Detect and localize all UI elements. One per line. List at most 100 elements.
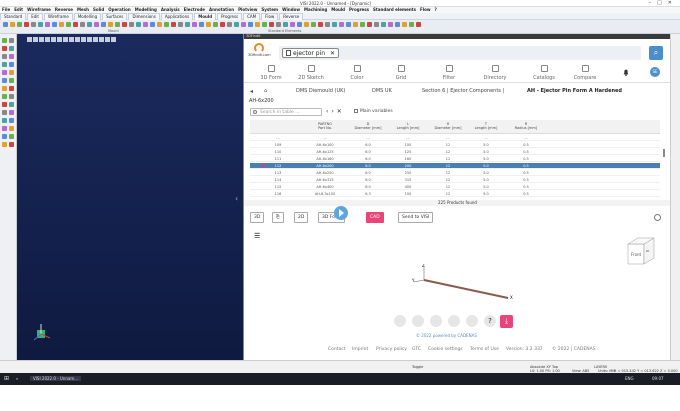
ribbon-tool-icon[interactable] [3, 22, 8, 27]
collapse-panel-icon[interactable]: ‹ [235, 194, 238, 203]
breadcrumb-item[interactable]: Section 6 | Ejector Components | [422, 88, 504, 94]
ribbon-tool-icon[interactable] [290, 22, 295, 27]
column-header[interactable]: R Radius [mm] [508, 122, 544, 130]
left-tool-icon[interactable] [9, 86, 14, 91]
left-tool-icon[interactable] [2, 110, 7, 115]
ribbon-tool-icon[interactable] [94, 22, 99, 27]
cube-icon[interactable] [430, 315, 442, 327]
ribbon-tool-icon[interactable] [45, 22, 50, 27]
footer-link[interactable]: Cookie settings [428, 347, 463, 352]
view-icon[interactable] [51, 37, 56, 42]
view-icon[interactable] [105, 37, 110, 42]
left-tool-icon[interactable] [9, 126, 14, 131]
view-icon[interactable] [75, 37, 80, 42]
table-scrollbar[interactable] [663, 149, 665, 157]
bell-icon[interactable] [622, 68, 630, 76]
send-to-visi-button[interactable]: Send to VISI [398, 212, 434, 223]
ribbon-tool-icon[interactable] [108, 22, 113, 27]
left-tool-icon[interactable] [2, 78, 7, 83]
ribbon-tool-icon[interactable] [304, 22, 309, 27]
search-chip[interactable]: ejector pin ✕ [282, 48, 339, 58]
nav-compare[interactable]: Compare [570, 65, 600, 81]
ribbon-tool-icon[interactable] [213, 22, 218, 27]
ribbon-tool-icon[interactable] [297, 22, 302, 27]
ribbon-tool-icon[interactable] [38, 22, 43, 27]
view-2d-button[interactable]: 2D [294, 212, 309, 223]
ribbon-tool-icon[interactable] [17, 22, 22, 27]
search-box[interactable]: ejector pin ✕ [279, 46, 641, 60]
column-header[interactable]: H Diameter [mm] [430, 122, 466, 130]
left-tool-icon[interactable] [9, 110, 14, 115]
ribbon-tool-icon[interactable] [66, 22, 71, 27]
table-row[interactable]: 115 AH-6x400 6.0 400 12 5.0 0.5 [250, 184, 660, 190]
ribbon-tool-icon[interactable] [80, 22, 85, 27]
left-tool-icon[interactable] [9, 46, 14, 51]
ar-icon[interactable] [448, 315, 460, 327]
table-row[interactable]: 110 AH-6x125 6.0 125 12 5.0 0.5 [250, 149, 660, 155]
left-tool-icon[interactable] [2, 54, 7, 59]
nav-3d-form[interactable]: 3D Form [256, 65, 286, 81]
3d-viewport[interactable]: ‹ [17, 34, 243, 360]
table-row[interactable]: 116 AH-6.3x100 6.3 100 12 5.0 0.5 [250, 191, 660, 197]
ribbon-tool-icon[interactable] [318, 22, 323, 27]
left-tool-icon[interactable] [9, 78, 14, 83]
close-icon[interactable]: ✕ [330, 50, 335, 57]
breadcrumb-item[interactable]: DMS Diemould (UK) [296, 88, 345, 94]
footer-link[interactable]: Terms of Use [470, 347, 499, 352]
ribbon-tool-icon[interactable] [164, 22, 169, 27]
view-cube[interactable]: Front Rt [624, 234, 658, 268]
ribbon-tool-icon[interactable] [241, 22, 246, 27]
left-tool-icon[interactable] [9, 102, 14, 107]
ribbon-tool-icon[interactable] [234, 22, 239, 27]
footer-link[interactable]: GTC [412, 347, 421, 352]
search-icon[interactable]: ⌕ [16, 376, 18, 381]
table-row[interactable]: 113 AH-6x250 6.0 250 12 5.0 0.5 [250, 170, 660, 176]
left-tool-icon[interactable] [9, 54, 14, 59]
ribbon-tool-icon[interactable] [276, 22, 281, 27]
ribbon-tool-icon[interactable] [311, 22, 316, 27]
status-toggle[interactable]: Toggle [412, 365, 423, 369]
ribbon-tool-icon[interactable] [346, 22, 351, 27]
nav-directory[interactable]: Directory [480, 65, 510, 81]
left-tool-icon[interactable] [9, 94, 14, 99]
ribbon-tool-icon[interactable] [31, 22, 36, 27]
ribbon-tool-icon[interactable] [402, 22, 407, 27]
ribbon-tool-icon[interactable] [332, 22, 337, 27]
view-icon[interactable] [69, 37, 74, 42]
left-tool-icon[interactable] [2, 86, 7, 91]
avatar[interactable]: SE [650, 67, 660, 77]
column-header[interactable]: PARTNO Part No. [305, 122, 345, 130]
ribbon-tool-icon[interactable] [199, 22, 204, 27]
ribbon-tool-icon[interactable] [87, 22, 92, 27]
ribbon-tool-icon[interactable] [269, 22, 274, 27]
ribbon-tool-icon[interactable] [171, 22, 176, 27]
download-icon[interactable]: ⤓ [500, 315, 513, 328]
powered-by-link[interactable]: © 2022 powered by CADENAS [416, 333, 477, 338]
footer-link[interactable]: Contact [328, 347, 346, 352]
ribbon-tool-icon[interactable] [339, 22, 344, 27]
checkbox-icon[interactable] [354, 109, 358, 113]
table-row[interactable]: 109 AH-6x100 6.0 100 12 5.0 0.5 [250, 142, 660, 148]
column-header[interactable]: T Length [mm] [468, 122, 504, 130]
ribbon-tool-icon[interactable] [353, 22, 358, 27]
window-controls[interactable]: –□✕ [649, 0, 678, 6]
column-header[interactable]: L Length [mm] [390, 122, 426, 130]
ribbon-tool-icon[interactable] [101, 22, 106, 27]
table-row[interactable]: 111 AH-6x160 6.0 160 12 5.0 0.5 [250, 156, 660, 162]
view-icon[interactable] [63, 37, 68, 42]
3dfindit-logo[interactable]: 3Dfindit.com [248, 43, 271, 59]
view-icon[interactable] [93, 37, 98, 42]
ribbon-tool-icon[interactable] [10, 22, 15, 27]
left-tool-icon[interactable] [9, 134, 14, 139]
ribbon-tool-icon[interactable] [409, 22, 414, 27]
ribbon-tool-icon[interactable] [395, 22, 400, 27]
ribbon-tool-icon[interactable] [248, 22, 253, 27]
search-button[interactable]: ⌕ [649, 46, 663, 60]
table-nav-arrows[interactable]: ‹›✕ [326, 108, 345, 115]
breadcrumb-item[interactable]: DMS UK [372, 88, 392, 94]
ribbon-tool-icon[interactable] [122, 22, 127, 27]
ribbon-tool-icon[interactable] [416, 22, 421, 27]
ribbon-tool-icon[interactable] [388, 22, 393, 27]
nav-catalogs[interactable]: Catalogs [529, 65, 559, 81]
ribbon-tool-icon[interactable] [157, 22, 162, 27]
